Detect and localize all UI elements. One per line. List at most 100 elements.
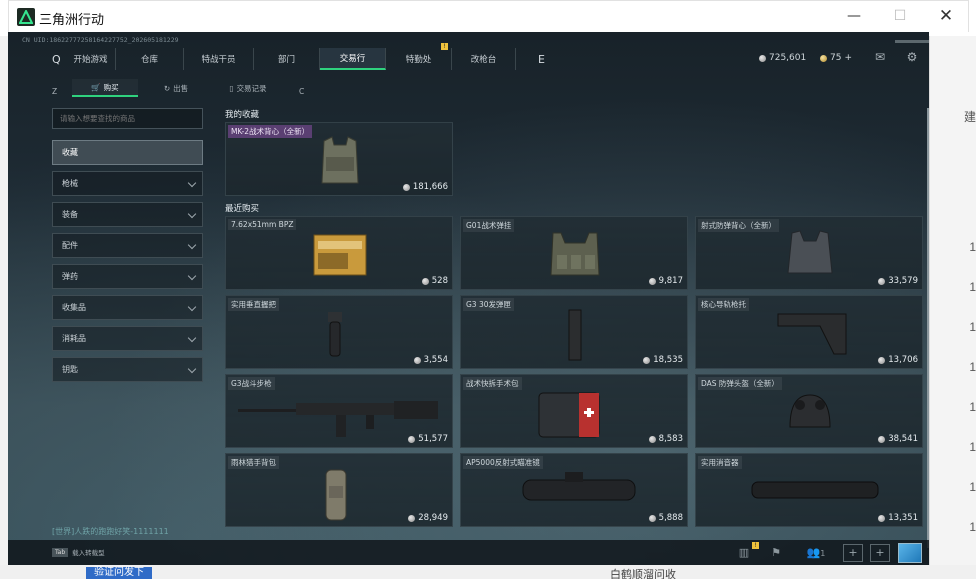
tab-trade-records[interactable]: ▯ 交易记录 <box>218 79 278 97</box>
world-chat-line[interactable]: [世界]人跌的跑跑好笑-1111111 <box>52 526 169 537</box>
coin-icon <box>648 277 656 285</box>
tab-buy[interactable]: 🛒 购买 <box>72 79 138 97</box>
item-price: 181,666 <box>402 182 448 192</box>
desktop-left-strip <box>0 36 8 579</box>
tab-label: 购买 <box>103 82 119 92</box>
price-value: 5,888 <box>658 513 683 523</box>
ticket-icon <box>820 54 827 62</box>
item-price: 38,541 <box>878 434 918 444</box>
desktop-mark: 1 <box>969 360 976 374</box>
nav-alert-badge: ! <box>441 43 448 50</box>
desktop-mark: 1 <box>969 400 976 414</box>
ticket-amount: 75 <box>830 53 842 63</box>
desktop-mark: 1 <box>969 240 976 254</box>
desktop-mark: 1 <box>969 320 976 334</box>
category-collectibles[interactable]: 收集品 <box>52 295 203 320</box>
chevron-down-icon <box>187 364 197 374</box>
sell-icon: ↻ <box>163 83 171 93</box>
settings-icon[interactable]: ⚙ <box>904 50 920 64</box>
flag-icon[interactable]: ⚑ <box>766 543 786 563</box>
nav-department[interactable]: 部门 <box>254 48 320 70</box>
add-slot-button[interactable]: + <box>843 544 863 562</box>
desktop-mark: 1 <box>969 480 976 494</box>
minimize-icon[interactable]: — <box>831 1 877 33</box>
item-name: 核心导轨枪托 <box>698 298 749 311</box>
recent-item-card[interactable]: 射式防弹背心（全新） 33,579 <box>695 216 923 290</box>
nav-operators[interactable]: 特战干员 <box>184 48 254 70</box>
desktop-chip[interactable]: 验证问发下 <box>86 567 152 579</box>
nav-next-key[interactable]: E <box>538 53 545 75</box>
stats-alert-badge: ! <box>752 542 759 549</box>
item-name: G3战斗步枪 <box>228 377 275 390</box>
ammo-box-icon <box>313 234 367 276</box>
item-price: 5,888 <box>648 513 683 523</box>
category-consumables[interactable]: 消耗品 <box>52 326 203 351</box>
friends-count: 1 <box>820 549 826 558</box>
category-gear[interactable]: 装备 <box>52 202 203 227</box>
chevron-down-icon <box>187 240 197 250</box>
nav-special-ops[interactable]: 特勤处 ! <box>386 43 452 70</box>
item-name: 7.62x51mm BPZ <box>228 219 297 230</box>
friends-button[interactable]: 👥1 <box>802 543 830 563</box>
add-slot-button[interactable]: + <box>870 544 890 562</box>
friends-icon: 👥 <box>806 546 821 559</box>
ticket-balance[interactable]: 75 + <box>820 53 852 63</box>
category-guns[interactable]: 枪械 <box>52 171 203 196</box>
recent-item-card[interactable]: DAS 防弹头盔（全新） 38,541 <box>695 374 923 448</box>
recent-item-card[interactable]: 核心导轨枪托 13,706 <box>695 295 923 369</box>
category-attachments[interactable]: 配件 <box>52 233 203 258</box>
category-favorites[interactable]: 收藏 <box>52 140 203 165</box>
item-name: 战术快拆手术包 <box>463 377 522 390</box>
scrollbar-thumb[interactable] <box>927 108 929 548</box>
item-price: 51,577 <box>408 434 448 444</box>
category-ammo[interactable]: 弹药 <box>52 264 203 289</box>
nav-trading-house[interactable]: 交易行 <box>320 48 386 70</box>
tab-hint[interactable]: Tab 载入转载型 <box>52 547 105 557</box>
nav-prev-key[interactable]: Q <box>52 53 61 75</box>
coin-icon <box>413 356 421 364</box>
item-price: 13,351 <box>878 513 918 523</box>
recent-item-card[interactable]: G3 30发弹匣 18,535 <box>460 295 688 369</box>
recent-item-card[interactable]: 雨林猎手背包 28,949 <box>225 453 453 527</box>
avatar[interactable] <box>898 543 922 563</box>
recent-item-card[interactable]: 实用垂直握把 3,554 <box>225 295 453 369</box>
recent-item-card[interactable]: 战术快拆手术包 8,583 <box>460 374 688 448</box>
item-name: DAS 防弹头盔（全新） <box>698 377 782 390</box>
search-input[interactable] <box>52 108 203 129</box>
category-label: 枪械 <box>62 179 78 188</box>
nav-warehouse[interactable]: 仓库 <box>116 48 184 70</box>
recent-item-card[interactable]: AP5000反射式瞄准镜 5,888 <box>460 453 688 527</box>
favorite-item-card[interactable]: MK-2战术背心（全新） 181,666 <box>225 122 453 196</box>
price-value: 3,554 <box>423 355 448 365</box>
price-value: 8,583 <box>658 434 683 444</box>
close-icon[interactable]: ✕ <box>923 1 969 33</box>
item-name: MK-2战术背心（全新） <box>228 125 313 138</box>
item-name: 雨林猎手背包 <box>228 456 279 469</box>
mail-icon[interactable]: ✉ <box>872 50 888 64</box>
subtab-next-key[interactable]: C <box>299 82 304 100</box>
subtab-prev-key[interactable]: Z <box>52 82 57 100</box>
recent-item-card[interactable]: G3战斗步枪 51,577 <box>225 374 453 448</box>
recent-item-card[interactable]: 实用消音器 13,351 <box>695 453 923 527</box>
nav-label: 特勤处 <box>405 55 432 65</box>
add-ticket-icon[interactable]: + <box>844 53 852 63</box>
coin-amount: 725,601 <box>769 53 807 63</box>
coin-icon <box>402 183 410 191</box>
recent-item-card[interactable]: 7.62x51mm BPZ 528 <box>225 216 453 290</box>
nav-start-game[interactable]: 开始游戏 <box>66 48 116 70</box>
scrollbar[interactable] <box>927 108 929 556</box>
maximize-icon[interactable]: ☐ <box>877 1 923 33</box>
item-name: G01战术弹挂 <box>463 219 515 232</box>
recent-item-card[interactable]: G01战术弹挂 9,817 <box>460 216 688 290</box>
main-nav: 开始游戏 仓库 特战干员 部门 交易行 特勤处 ! 改枪台 <box>66 43 516 70</box>
category-keys[interactable]: 钥匙 <box>52 357 203 382</box>
item-name: 实用垂直握把 <box>228 298 279 311</box>
category-label: 收藏 <box>62 148 78 157</box>
stats-icon[interactable]: ▥ <box>734 543 754 563</box>
window-titlebar: 三角洲行动 — ☐ ✕ <box>8 0 969 32</box>
coin-icon <box>648 435 656 443</box>
tab-sell[interactable]: ↻ 出售 <box>156 79 196 97</box>
item-name: AP5000反射式瞄准镜 <box>463 456 543 469</box>
chevron-down-icon <box>187 271 197 281</box>
nav-gunsmith[interactable]: 改枪台 <box>452 48 516 70</box>
